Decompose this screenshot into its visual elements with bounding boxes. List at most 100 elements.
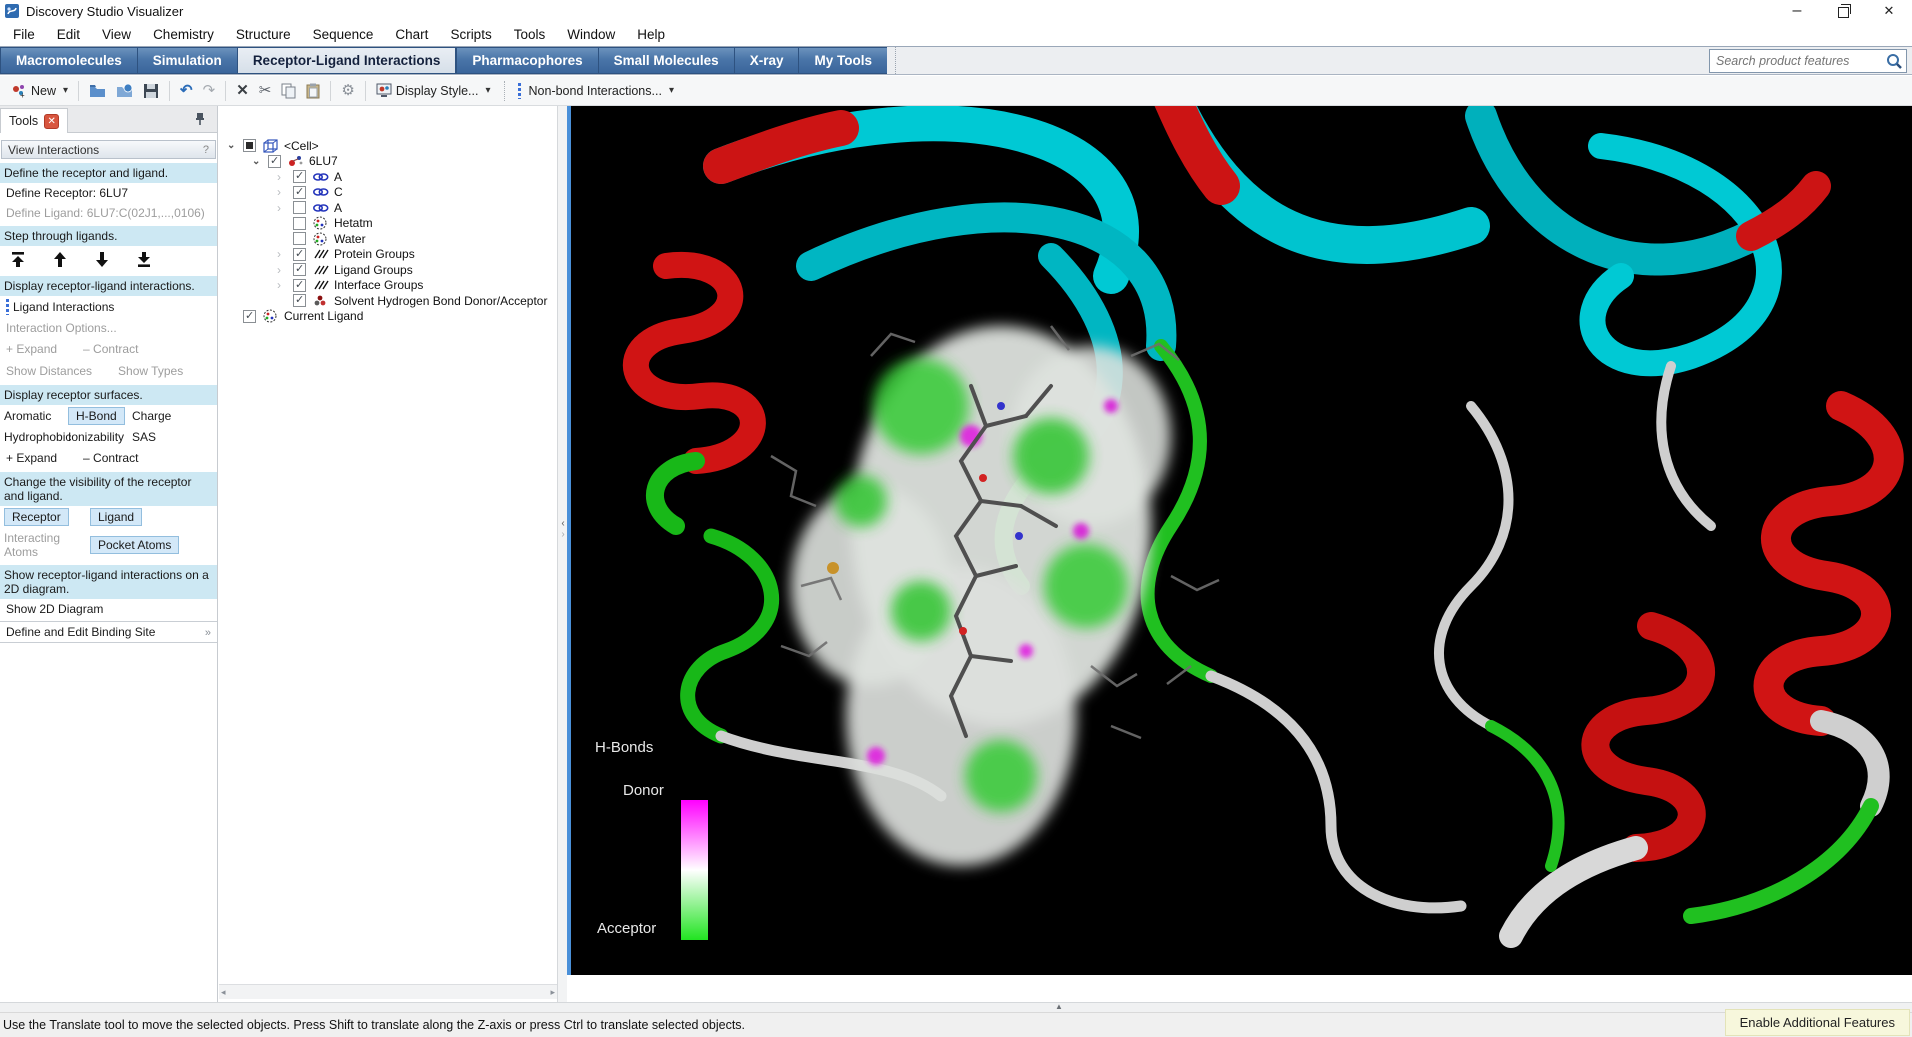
expand-icon[interactable] bbox=[277, 278, 293, 292]
charge-toggle[interactable]: Charge bbox=[132, 408, 213, 424]
expand-icon[interactable] bbox=[277, 263, 293, 277]
tools-tab[interactable]: Tools bbox=[0, 108, 68, 133]
previous-ligand-button[interactable] bbox=[52, 251, 68, 268]
tree-horizontal-scrollbar[interactable]: ◂ ▸ bbox=[219, 984, 557, 999]
collapse-icon[interactable] bbox=[252, 156, 268, 167]
menu-chart[interactable]: Chart bbox=[384, 24, 439, 45]
expand-action[interactable]: + Expand bbox=[6, 450, 57, 466]
checkbox-checked[interactable] bbox=[268, 155, 281, 168]
aromatic-toggle[interactable]: Aromatic bbox=[4, 408, 68, 424]
redo-button[interactable]: ↷ bbox=[198, 81, 221, 100]
checkbox-unchecked[interactable] bbox=[293, 232, 306, 245]
molecule-3d-viewport[interactable]: H-Bonds Donor Acceptor bbox=[567, 106, 1912, 975]
new-button[interactable]: + New bbox=[6, 81, 73, 101]
menu-chemistry[interactable]: Chemistry bbox=[142, 24, 225, 45]
receptor-toggle-selected[interactable]: Receptor bbox=[4, 508, 69, 526]
expand-icon[interactable] bbox=[277, 201, 293, 215]
tree-row-ligand-groups[interactable]: Ligand Groups bbox=[219, 262, 557, 278]
tree-row-hetatm[interactable]: Hetatm bbox=[219, 216, 557, 232]
last-ligand-button[interactable] bbox=[136, 251, 152, 268]
tree-row-chain-c[interactable]: C bbox=[219, 185, 557, 201]
contract-action-disabled[interactable]: – Contract bbox=[83, 341, 138, 357]
ribbon-tab-small-molecules[interactable]: Small Molecules bbox=[598, 47, 734, 74]
panel-splitter[interactable]: ‹› bbox=[557, 106, 567, 1002]
tools-close-icon[interactable] bbox=[44, 114, 59, 129]
checkbox-checked[interactable] bbox=[293, 186, 306, 199]
checkbox-checked[interactable] bbox=[293, 294, 306, 307]
nonbond-interactions-button[interactable]: Non-bond Interactions... bbox=[513, 81, 679, 101]
expand-action-disabled[interactable]: + Expand bbox=[6, 341, 57, 357]
first-ligand-button[interactable] bbox=[10, 251, 26, 268]
ribbon-tab-xray[interactable]: X-ray bbox=[734, 47, 799, 74]
expand-icon[interactable] bbox=[277, 247, 293, 261]
scroll-right-icon[interactable]: ▸ bbox=[550, 987, 555, 998]
delete-button[interactable]: ✕ bbox=[231, 81, 254, 100]
undo-button[interactable]: ↶ bbox=[175, 81, 198, 100]
checkbox-partial[interactable] bbox=[243, 139, 256, 152]
ligand-interactions-action[interactable]: Ligand Interactions bbox=[0, 296, 217, 318]
search-icon[interactable] bbox=[1885, 52, 1903, 70]
ionizability-toggle[interactable]: Ionizability bbox=[68, 429, 132, 445]
checkbox-checked[interactable] bbox=[293, 248, 306, 261]
expand-icon[interactable] bbox=[277, 170, 293, 184]
view-interactions-header[interactable]: View Interactions ? bbox=[1, 140, 216, 159]
ribbon-tab-macromolecules[interactable]: Macromolecules bbox=[0, 47, 137, 74]
checkbox-checked[interactable] bbox=[293, 279, 306, 292]
cut-button[interactable]: ✂ bbox=[254, 81, 277, 100]
menu-sequence[interactable]: Sequence bbox=[302, 24, 385, 45]
menu-scripts[interactable]: Scripts bbox=[439, 24, 502, 45]
minimize-button[interactable] bbox=[1774, 0, 1820, 22]
checkbox-unchecked[interactable] bbox=[293, 201, 306, 214]
menu-tools[interactable]: Tools bbox=[503, 24, 557, 45]
enable-additional-features-button[interactable]: Enable Additional Features bbox=[1725, 1009, 1910, 1036]
show-2d-diagram-action[interactable]: Show 2D Diagram bbox=[0, 599, 217, 619]
ligand-toggle-selected[interactable]: Ligand bbox=[90, 508, 142, 526]
expand-up-icon[interactable]: ▲ bbox=[1055, 1002, 1063, 1011]
open-url-button[interactable] bbox=[111, 81, 138, 100]
display-style-button[interactable]: Display Style... bbox=[371, 81, 496, 100]
pin-icon[interactable] bbox=[195, 112, 205, 126]
menu-file[interactable]: File bbox=[2, 24, 46, 45]
expand-icon[interactable] bbox=[277, 185, 293, 199]
tree-row-chain-a2[interactable]: A bbox=[219, 200, 557, 216]
checkbox-checked[interactable] bbox=[293, 170, 306, 183]
settings-button[interactable]: ⚙ bbox=[336, 81, 359, 100]
pocket-atoms-toggle-selected[interactable]: Pocket Atoms bbox=[90, 536, 179, 554]
close-button[interactable] bbox=[1866, 0, 1912, 22]
collapse-icon[interactable] bbox=[227, 140, 243, 151]
ribbon-tab-simulation[interactable]: Simulation bbox=[137, 47, 237, 74]
show-types-action[interactable]: Show Types bbox=[118, 363, 183, 379]
contract-action[interactable]: – Contract bbox=[83, 450, 138, 466]
interacting-atoms-toggle[interactable]: Interacting Atoms bbox=[4, 530, 90, 560]
restore-button[interactable] bbox=[1820, 0, 1866, 22]
tree-row-6lu7[interactable]: 6LU7 bbox=[219, 154, 557, 170]
tree-row-solvent-hbond[interactable]: Solvent Hydrogen Bond Donor/Acceptor bbox=[219, 293, 557, 309]
define-receptor-action[interactable]: Define Receptor: 6LU7 bbox=[0, 183, 217, 203]
sas-toggle[interactable]: SAS bbox=[132, 429, 213, 445]
paste-button[interactable] bbox=[301, 81, 325, 101]
show-distances-action[interactable]: Show Distances bbox=[6, 363, 92, 379]
menu-view[interactable]: View bbox=[91, 24, 142, 45]
menu-window[interactable]: Window bbox=[556, 24, 626, 45]
menu-structure[interactable]: Structure bbox=[225, 24, 302, 45]
define-ligand-action[interactable]: Define Ligand: 6LU7:C(02J1,...,0106) bbox=[0, 203, 217, 223]
tree-row-protein-groups[interactable]: Protein Groups bbox=[219, 247, 557, 263]
next-ligand-button[interactable] bbox=[94, 251, 110, 268]
tree-row-cell[interactable]: <Cell> bbox=[219, 138, 557, 154]
save-button[interactable] bbox=[138, 81, 164, 101]
tree-row-water[interactable]: Water bbox=[219, 231, 557, 247]
open-button[interactable] bbox=[84, 81, 111, 100]
ribbon-tab-my-tools[interactable]: My Tools bbox=[798, 47, 887, 74]
ribbon-tab-pharmacophores[interactable]: Pharmacophores bbox=[456, 47, 597, 74]
menu-help[interactable]: Help bbox=[626, 24, 676, 45]
hydrophobic-toggle[interactable]: Hydrophobic bbox=[4, 429, 68, 445]
help-icon[interactable]: ? bbox=[203, 144, 209, 156]
checkbox-unchecked[interactable] bbox=[293, 217, 306, 230]
scroll-left-icon[interactable]: ◂ bbox=[221, 987, 226, 998]
menu-edit[interactable]: Edit bbox=[46, 24, 91, 45]
search-input[interactable] bbox=[1710, 54, 1885, 68]
binding-site-section[interactable]: Define and Edit Binding Site bbox=[0, 621, 217, 643]
interaction-options-action[interactable]: Interaction Options... bbox=[0, 318, 217, 338]
ribbon-tab-receptor-ligand-interactions[interactable]: Receptor-Ligand Interactions bbox=[237, 47, 457, 74]
tree-row-interface-groups[interactable]: Interface Groups bbox=[219, 278, 557, 294]
